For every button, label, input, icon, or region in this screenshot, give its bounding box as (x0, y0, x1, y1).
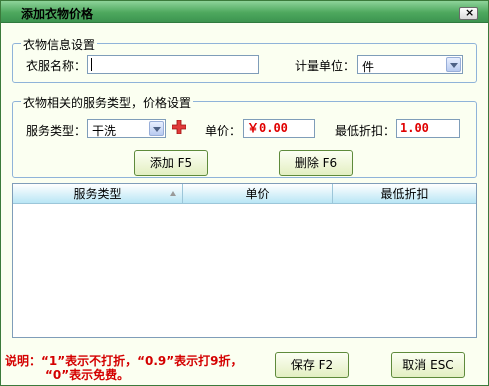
add-plus-icon[interactable] (172, 120, 186, 134)
column-header-service-type[interactable]: 服务类型 (13, 184, 183, 204)
column-header-label: 最低折扣 (380, 187, 429, 201)
close-icon: × (465, 6, 475, 19)
sort-asc-icon (170, 191, 176, 196)
price-input[interactable]: ￥0.00 (243, 119, 315, 138)
clothing-info-group-title: 衣物信息设置 (21, 36, 98, 53)
clothing-name-input[interactable] (87, 55, 259, 74)
dialog-window: 添加衣物价格 × 衣物信息设置 衣服名称： 计量单位： 件 衣物相关的服务类型，… (0, 0, 489, 386)
service-type-select-value: 干洗 (92, 124, 117, 138)
service-type-select[interactable]: 干洗 (87, 119, 166, 138)
unit-label: 计量单位： (295, 59, 356, 73)
chevron-down-icon[interactable] (149, 121, 164, 136)
chevron-down-icon[interactable] (446, 57, 461, 72)
service-price-table[interactable]: 服务类型 单价 最低折扣 (12, 183, 477, 338)
column-header-price[interactable]: 单价 (183, 184, 333, 204)
price-label: 单价： (205, 124, 242, 138)
service-price-group: 衣物相关的服务类型，价格设置 (12, 94, 477, 178)
window-title: 添加衣物价格 (21, 7, 94, 21)
discount-label: 最低折扣： (335, 124, 396, 138)
save-button[interactable]: 保存 F2 (275, 352, 349, 378)
table-header: 服务类型 单价 最低折扣 (13, 184, 476, 204)
delete-button[interactable]: 删除 F6 (279, 150, 353, 176)
unit-select[interactable]: 件 (357, 55, 463, 74)
column-header-label: 服务类型 (73, 187, 122, 201)
add-button[interactable]: 添加 F5 (134, 150, 208, 176)
column-header-discount[interactable]: 最低折扣 (333, 184, 476, 204)
close-button[interactable]: × (459, 6, 478, 20)
discount-input[interactable]: 1.00 (396, 119, 460, 138)
title-bar[interactable]: 添加衣物价格 × (1, 1, 488, 23)
unit-select-value: 件 (362, 60, 375, 74)
cancel-button[interactable]: 取消 ESC (391, 352, 465, 378)
clothing-name-label: 衣服名称： (26, 59, 87, 73)
text-caret (91, 58, 92, 71)
service-type-label: 服务类型： (26, 124, 87, 138)
column-header-label: 单价 (245, 187, 270, 201)
service-price-group-title: 衣物相关的服务类型，价格设置 (21, 94, 194, 111)
note-line-2: “0”表示免费。 (45, 368, 130, 382)
